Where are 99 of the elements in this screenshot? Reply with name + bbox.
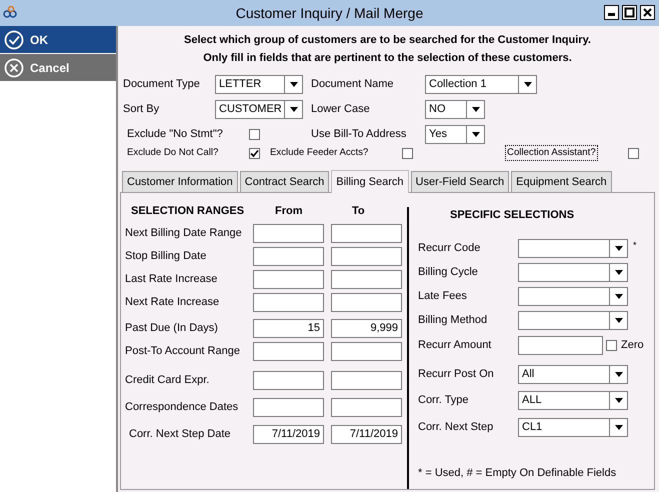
tab[interactable]: Customer Information xyxy=(122,171,238,192)
tab[interactable]: Equipment Search xyxy=(511,171,612,192)
field-label: Exclude Feeder Accts? xyxy=(270,146,368,160)
maximize-button[interactable] xyxy=(622,5,637,20)
field-label: Corr. Next Step Date xyxy=(129,428,230,440)
field-label: Credit Card Expr. xyxy=(125,374,210,386)
tab[interactable]: User-Field Search xyxy=(410,171,510,192)
field-label: Billing Cycle xyxy=(418,266,478,278)
dropdown-field[interactable] xyxy=(518,238,628,258)
field-label: Collection Assistant? xyxy=(506,146,597,160)
column-heading: To xyxy=(352,204,365,217)
maximize-icon xyxy=(624,7,635,18)
caret-icon xyxy=(290,106,298,112)
dropdown-field[interactable]: Collection 1 xyxy=(425,74,537,94)
caret-icon xyxy=(614,270,622,274)
input-field[interactable] xyxy=(253,293,324,312)
caret-icon xyxy=(524,82,532,86)
required-marker: * xyxy=(633,238,637,252)
dropdown-field[interactable]: ALL xyxy=(518,390,628,410)
input-field[interactable] xyxy=(331,247,402,266)
caret-icon xyxy=(614,294,622,298)
caret-icon xyxy=(614,318,622,322)
field-label: Billing Method xyxy=(418,314,488,326)
field-label: Next Billing Date Range xyxy=(125,227,242,240)
input-field[interactable] xyxy=(253,398,324,417)
input-field[interactable] xyxy=(331,270,402,289)
dropdown-field[interactable]: LETTER xyxy=(215,74,303,94)
dropdown-field[interactable]: All xyxy=(518,364,628,384)
checkbox[interactable] xyxy=(249,148,260,158)
dropdown-field[interactable] xyxy=(518,310,628,330)
field-label: Late Fees xyxy=(418,290,467,302)
dropdown-field[interactable]: NO xyxy=(425,100,485,118)
field-label: Lower Case xyxy=(311,102,370,117)
input-field[interactable] xyxy=(253,247,324,266)
field-label: Exclude "No Stmt"? xyxy=(127,126,223,142)
field-label: Sort By xyxy=(123,102,160,117)
field-label: Recurr Code xyxy=(418,242,480,254)
dropdown-field[interactable] xyxy=(518,286,628,306)
field-label: Use Bill-To Address xyxy=(311,126,406,142)
input-field[interactable] xyxy=(331,371,402,390)
ok-button[interactable]: OK xyxy=(0,26,116,53)
field-label: Exclude Do Not Call? xyxy=(127,146,218,160)
dropdown-field[interactable]: Yes xyxy=(425,124,485,144)
input-field[interactable] xyxy=(253,371,324,390)
checkbox[interactable] xyxy=(249,128,260,140)
checkbox-label: Zero xyxy=(621,338,644,353)
checkbox[interactable] xyxy=(402,148,413,158)
field-label: Recurr Post On xyxy=(418,368,494,380)
field-label: Corr. Type xyxy=(418,394,469,406)
caret-icon xyxy=(614,398,622,402)
cancel-button[interactable]: Cancel xyxy=(0,54,116,81)
input-field[interactable]: 7/11/2019 xyxy=(253,425,324,444)
field-label: Document Name xyxy=(311,76,394,92)
column-heading: From xyxy=(275,204,304,217)
field-label: Past Due (In Days) xyxy=(125,322,218,334)
tab[interactable]: Contract Search xyxy=(240,171,330,192)
close-icon xyxy=(4,58,24,78)
field-label: Post-To Account Range xyxy=(125,345,240,358)
input-field[interactable] xyxy=(331,293,402,312)
instruction-text: Only fill in fields that are pertinent to the selection of these customers. xyxy=(202,51,573,66)
window-title: Customer Inquiry / Mail Merge xyxy=(236,4,424,23)
input-field[interactable]: 7/11/2019 xyxy=(331,425,402,444)
caret-icon xyxy=(614,424,622,430)
check-icon xyxy=(4,30,24,50)
input-field[interactable]: 9,999 xyxy=(331,319,402,338)
caret-icon xyxy=(472,132,480,136)
instruction-text: Select which group of customers are to be searched for the Customer Inquiry. xyxy=(183,33,592,48)
input-field[interactable] xyxy=(253,342,324,361)
checkbox[interactable] xyxy=(628,148,639,158)
dropdown-field[interactable]: CL1 xyxy=(518,418,628,436)
caret-icon xyxy=(290,82,298,86)
checkbox[interactable] xyxy=(606,340,617,350)
field-label: Last Rate Increase xyxy=(125,273,218,286)
dropdown-field[interactable] xyxy=(518,262,628,282)
input-field[interactable] xyxy=(253,270,324,289)
field-label: Document Type xyxy=(123,76,200,92)
field-label: Correspondence Dates xyxy=(125,401,238,414)
input-field[interactable] xyxy=(331,342,402,361)
dropdown-field[interactable]: CUSTOMER xyxy=(215,100,303,118)
footnote-text: * = Used, # = Empty On Definable Fields xyxy=(418,466,618,480)
input-field[interactable] xyxy=(331,224,402,243)
section-heading: SELECTION RANGES xyxy=(130,204,246,217)
tab[interactable]: Billing Search xyxy=(331,170,409,193)
input-field[interactable]: 15 xyxy=(253,319,324,338)
section-heading: SPECIFIC SELECTIONS xyxy=(449,208,574,221)
app-logo-icon xyxy=(3,6,17,18)
caret-icon xyxy=(614,246,622,250)
field-label: Recurr Amount xyxy=(418,338,492,351)
minimize-button[interactable] xyxy=(604,5,619,20)
caret-icon xyxy=(472,106,480,112)
field-label: Stop Billing Date xyxy=(125,250,206,262)
field-label: Corr. Next Step xyxy=(418,420,494,433)
caret-icon xyxy=(614,372,622,376)
field-label: Next Rate Increase xyxy=(125,296,220,308)
input-field[interactable] xyxy=(518,336,603,354)
input-field[interactable] xyxy=(331,398,402,417)
close-icon xyxy=(642,7,653,18)
input-field[interactable] xyxy=(253,224,324,243)
close-button[interactable] xyxy=(640,5,655,20)
